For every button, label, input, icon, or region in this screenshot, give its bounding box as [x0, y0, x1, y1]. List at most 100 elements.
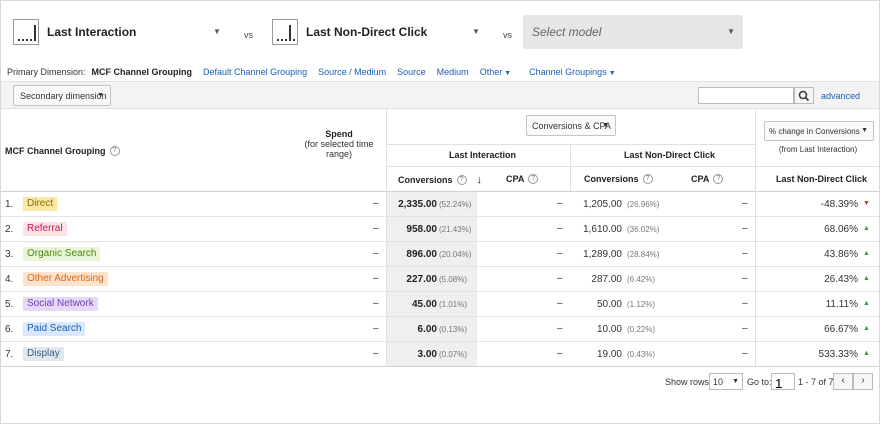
arrow-up-icon: ▲	[863, 300, 870, 307]
model-label: Last Non-Direct Click	[306, 25, 428, 39]
dimension-link-source[interactable]: Source	[397, 67, 426, 77]
row-number: 7.	[5, 349, 14, 360]
lnd-conversions-value: 1,289.00	[583, 249, 622, 260]
show-rows-value: 10	[713, 377, 724, 387]
arrow-up-icon: ▲	[863, 225, 870, 232]
arrow-up-icon: ▲	[863, 250, 870, 257]
channel-tag[interactable]: Referral	[23, 222, 67, 236]
vs-label: vs	[244, 30, 253, 40]
lnd-conversions-pct: (1.12%)	[627, 300, 656, 309]
lnd-cpa-value: –	[742, 273, 748, 284]
change-value: 533.33%	[818, 349, 858, 360]
lnd-conversions-value: 10.00	[596, 324, 622, 335]
help-icon[interactable]: ?	[456, 175, 467, 185]
spend-value: –	[373, 298, 379, 309]
lnd-conversions-pct: (0.43%)	[627, 350, 656, 359]
table-row: 7. Display – 3.00 (0.07%) – 19.00 (0.43%) – 533.3…	[1, 342, 879, 367]
channel-groupings-label: Channel Groupings	[529, 67, 607, 77]
lnd-cpa-value: –	[742, 298, 748, 309]
goto-label: Go to:	[747, 377, 772, 387]
arrow-down-icon: ▼	[863, 200, 870, 207]
table-toolbar: Secondary dimension ▼ advanced	[1, 81, 879, 109]
arrow-up-icon: ▲	[863, 275, 870, 282]
help-icon[interactable]: ?	[713, 174, 724, 184]
lnd-cpa-header[interactable]: CPA ?	[691, 174, 724, 184]
next-page-button[interactable]: ›	[853, 373, 873, 390]
other-label: Other	[479, 67, 503, 77]
prev-page-button[interactable]: ‹	[833, 373, 853, 390]
model-selector-last-interaction[interactable]: Last Interaction ▼	[13, 15, 223, 49]
lnd-cpa-value: –	[742, 323, 748, 334]
lnd-conversions-value: 287.00	[591, 274, 622, 285]
select-model-dropdown[interactable]: Select model ▼	[523, 15, 743, 49]
pagination-bar: Show rows: 10 ▼ Go to: 1 - 7 of 7 ‹ ›	[1, 372, 879, 392]
channel-tag[interactable]: Social Network	[23, 297, 98, 311]
li-cpa-value: –	[557, 348, 563, 359]
lnd-cpa-value: –	[742, 198, 748, 209]
spend-value: –	[373, 198, 379, 209]
li-conversions-pct: (5.08%)	[439, 275, 468, 284]
table-row: 1. Direct – 2,335.00 (52.24%) – 1,205.00 (26.96…	[1, 192, 879, 217]
goto-page-input[interactable]	[771, 373, 795, 390]
change-column-header: Last Non-Direct Click	[776, 174, 868, 184]
header-dimension-area: MCF Channel Grouping ? Spend (for select…	[1, 109, 386, 191]
lnd-cpa-value: –	[742, 248, 748, 259]
metric-group-selector[interactable]: Conversions & CPA ▼	[526, 115, 616, 136]
row-number: 2.	[5, 224, 14, 235]
spend-header-title: Spend	[325, 129, 353, 139]
help-icon[interactable]: ?	[528, 174, 539, 184]
row-number: 4.	[5, 274, 14, 285]
channel-tag[interactable]: Display	[23, 347, 64, 361]
row-range-label: 1 - 7 of 7	[798, 377, 834, 387]
column-divider	[755, 109, 756, 367]
lnd-cpa-value: –	[742, 223, 748, 234]
chevron-down-icon: ▼	[861, 127, 868, 134]
li-conversions-header[interactable]: Conversions ? ↓	[398, 174, 482, 186]
channel-tag[interactable]: Other Advertising	[23, 272, 108, 286]
primary-dimension-bar: Primary Dimension: MCF Channel Grouping …	[7, 66, 627, 78]
table-bottom-border	[1, 366, 879, 367]
search-button[interactable]	[794, 87, 814, 104]
channel-tag[interactable]: Direct	[23, 197, 58, 211]
lnd-conversions-header[interactable]: Conversions ?	[584, 174, 653, 184]
comparison-metric-selector[interactable]: % change in Conversions ▼	[764, 121, 874, 141]
model-selector-last-non-direct[interactable]: Last Non-Direct Click ▼	[272, 15, 482, 49]
table-row: 3. Organic Search – 896.00 (20.04%) – 1,289.00…	[1, 242, 879, 267]
search-input[interactable]	[698, 87, 794, 104]
report-frame: Last Interaction ▼ vs Last Non-Direct Cl…	[0, 0, 880, 424]
model-label: Last Interaction	[47, 25, 137, 39]
mcf-column-header[interactable]: MCF Channel Grouping ?	[5, 146, 120, 156]
help-icon[interactable]: ?	[109, 146, 120, 156]
li-cpa-value: –	[557, 198, 563, 209]
li-conversions-pct: (21.43%)	[439, 225, 472, 234]
primary-dimension-current: MCF Channel Grouping	[91, 67, 193, 77]
column-divider	[386, 109, 387, 367]
chevron-down-icon: ▼	[504, 70, 512, 77]
dimension-link-channel-groupings[interactable]: Channel Groupings ▼	[529, 67, 616, 77]
select-model-placeholder: Select model	[532, 25, 602, 39]
spend-value: –	[373, 248, 379, 259]
chevron-down-icon: ▼	[472, 27, 480, 36]
li-conversions-value: 227.00	[406, 274, 437, 285]
channel-tag[interactable]: Organic Search	[23, 247, 101, 261]
lnd-conversions-pct: (0.22%)	[627, 325, 656, 334]
li-cpa-header[interactable]: CPA ?	[506, 174, 539, 184]
dimension-link-source-medium[interactable]: Source / Medium	[318, 67, 386, 77]
li-conversions-value: 896.00	[406, 249, 437, 260]
spend-header-sub: (for selected time range)	[304, 139, 374, 159]
help-icon[interactable]: ?	[642, 174, 653, 184]
show-rows-select[interactable]: 10 ▼	[709, 373, 743, 390]
channel-tag[interactable]: Paid Search	[23, 322, 86, 336]
advanced-link[interactable]: advanced	[821, 91, 860, 101]
header-divider	[386, 166, 755, 167]
li-conversions-pct: (1.01%)	[439, 300, 468, 309]
dimension-link-other[interactable]: Other ▼	[480, 67, 511, 77]
lnd-cpa-value: –	[742, 348, 748, 359]
dimension-link-medium[interactable]: Medium	[437, 67, 469, 77]
search-icon	[798, 90, 810, 102]
vs-label: vs	[503, 30, 512, 40]
secondary-dimension-button[interactable]: Secondary dimension ▼	[13, 85, 111, 106]
change-value: -48.39%	[820, 199, 858, 210]
dimension-link-default-channel-grouping[interactable]: Default Channel Grouping	[203, 67, 307, 77]
chevron-down-icon: ▼	[727, 27, 735, 36]
